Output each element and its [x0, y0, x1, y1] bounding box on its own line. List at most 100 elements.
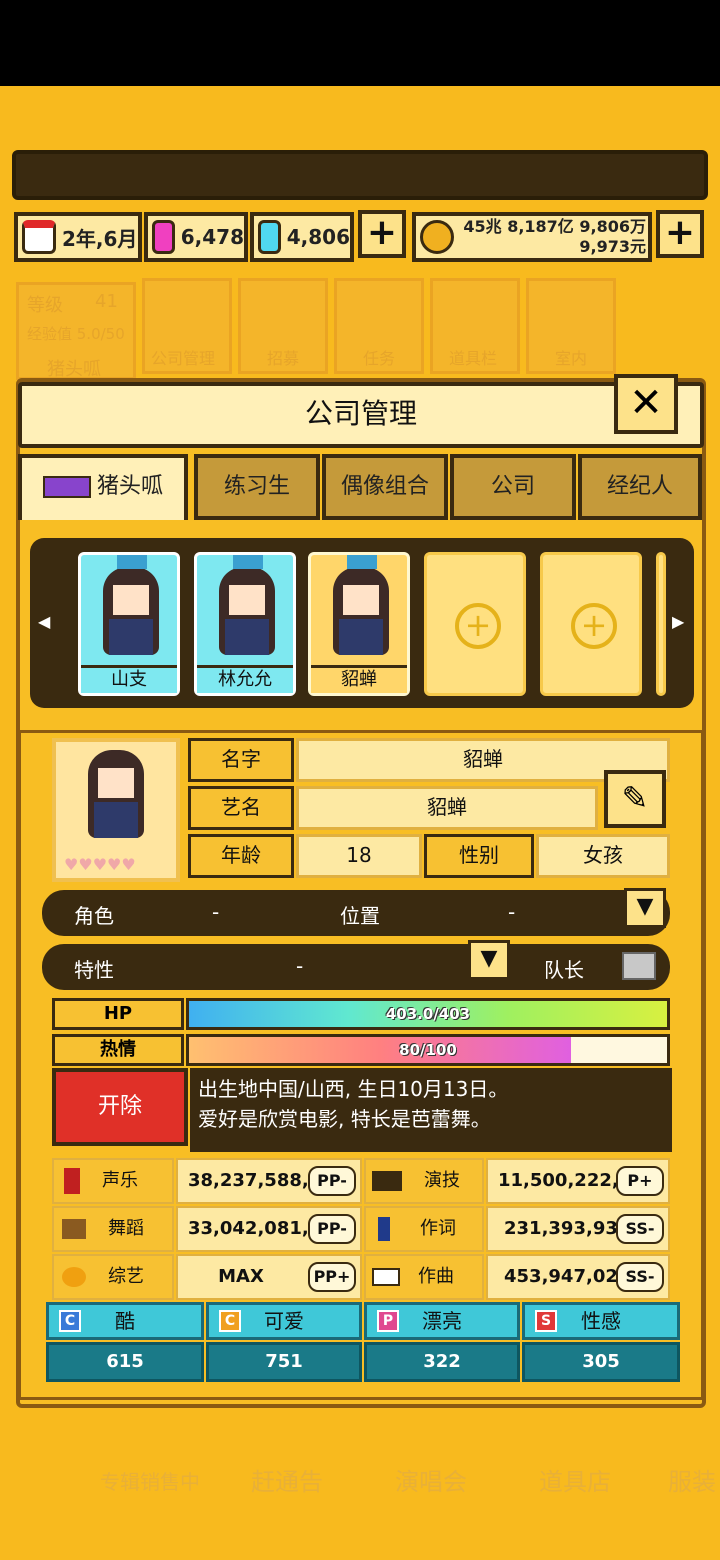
close-button[interactable]: ✕: [614, 374, 678, 434]
gender-value: 女孩: [536, 834, 670, 878]
trait-value: -: [296, 954, 304, 978]
dialog-title: 公司管理: [18, 382, 704, 448]
type-name: 性感: [581, 1309, 621, 1333]
chevron-down-icon: ▼: [480, 946, 498, 971]
blue-gem-display: 4,806: [250, 212, 354, 262]
type-cute-value: 751: [206, 1342, 362, 1382]
idol-avatar: [95, 555, 165, 659]
calendar-icon: [22, 220, 56, 254]
hp-text: 403.0/403: [385, 1005, 471, 1023]
menu-items-label: 道具栏: [449, 349, 498, 368]
empty-slot[interactable]: +: [424, 552, 526, 696]
money-line2: 9,973元: [579, 237, 646, 256]
menu-company-label: 公司管理: [151, 349, 216, 368]
blue-gem-count: 4,806: [286, 225, 350, 249]
age-label: 年龄: [188, 834, 294, 878]
smile-icon: [62, 1267, 86, 1287]
menu-tasks-label: 任务: [363, 349, 396, 368]
idol-name: 林允允: [197, 665, 293, 693]
tab-company-self[interactable]: 猪头呱: [18, 454, 188, 520]
nav-album-sales: 专辑销售中: [100, 1470, 200, 1494]
idol-card[interactable]: 山支: [78, 552, 180, 696]
stat-name: 综艺: [108, 1266, 144, 1287]
stat-rank: PP-: [308, 1214, 356, 1244]
type-name: 漂亮: [422, 1309, 462, 1333]
stat-variety-value: MAX PP+: [176, 1254, 362, 1300]
idol-card[interactable]: 林允允: [194, 552, 296, 696]
trait-dropdown-button[interactable]: ▼: [468, 940, 510, 980]
stat-rank: SS-: [616, 1214, 664, 1244]
type-name: 可爱: [264, 1309, 304, 1333]
stat-lyrics: 作词: [364, 1206, 484, 1252]
tab-trainees[interactable]: 练习生: [194, 454, 320, 520]
tab-idol-groups[interactable]: 偶像组合: [322, 454, 448, 520]
edit-name-button[interactable]: ✎: [604, 770, 666, 828]
idol-name: 貂蝉: [311, 665, 407, 693]
stat-name: 演技: [424, 1170, 460, 1191]
type-cool: C酷: [46, 1302, 204, 1340]
stat-vocal: 声乐: [52, 1158, 174, 1204]
level-label: 等级: [27, 295, 63, 316]
empty-slot-partial[interactable]: [656, 552, 666, 696]
name-label: 名字: [188, 738, 294, 782]
nav-item-shop: 道具店: [539, 1468, 611, 1496]
date-text: 2年,6月: [62, 226, 138, 251]
type-pretty-value: 322: [364, 1342, 520, 1382]
stat-dance-value: 33,042,081,482 PP-: [176, 1206, 362, 1252]
type-name: 酷: [115, 1309, 135, 1333]
group-icon: [42, 476, 91, 498]
hearts-icon: ♥♥♥♥♥: [64, 855, 136, 874]
passion-text: 80/100: [399, 1041, 457, 1059]
piano-icon: [372, 1268, 400, 1286]
position-label: 位置: [340, 904, 380, 928]
stat-value: 231,393,932: [504, 1218, 631, 1239]
tab-company[interactable]: 公司: [450, 454, 576, 520]
stat-name: 声乐: [102, 1170, 138, 1191]
type-cool-value: 615: [46, 1342, 204, 1382]
portrait-avatar: [80, 750, 150, 842]
microphone-icon: [64, 1168, 80, 1194]
trait-row: 特性 - 队长: [42, 944, 670, 990]
stat-acting-value: 11,500,222,851 P+: [486, 1158, 670, 1204]
position-dropdown-button[interactable]: ▼: [624, 888, 666, 928]
menu-tasks: 任务: [334, 278, 424, 374]
fire-button[interactable]: 开除: [52, 1068, 188, 1146]
position-value: -: [508, 900, 516, 924]
blue-gem-icon: [258, 220, 281, 254]
money-line1: 45兆 8,187亿 9,806万: [463, 217, 646, 236]
stat-rank: P+: [616, 1166, 664, 1196]
add-money-button[interactable]: +: [656, 210, 704, 258]
add-gems-button[interactable]: +: [358, 210, 406, 258]
level-value: 41: [95, 291, 118, 312]
stat-lyrics-value: 231,393,932 SS-: [486, 1206, 670, 1252]
role-label: 角色: [74, 904, 114, 928]
idol-card-selected[interactable]: 貂蝉: [308, 552, 410, 696]
shoe-icon: [62, 1219, 86, 1239]
tab-label: 猪头呱: [96, 474, 163, 499]
scroll-left-icon[interactable]: ◀: [38, 612, 50, 631]
role-value: -: [212, 900, 220, 924]
stat-rank: SS-: [616, 1262, 664, 1292]
leader-checkbox[interactable]: [622, 952, 656, 980]
status-bar: [0, 0, 720, 86]
hp-bar: 403.0/403: [186, 998, 670, 1030]
stat-value: 453,947,025: [504, 1266, 631, 1287]
idol-avatar: [325, 555, 395, 659]
scroll-right-icon[interactable]: ▶: [672, 612, 684, 631]
coin-icon: [420, 220, 454, 254]
stat-value: MAX: [218, 1266, 264, 1287]
stat-vocal-value: 38,237,588,330 PP-: [176, 1158, 362, 1204]
add-circle-icon: +: [571, 603, 617, 649]
money-display: 45兆 8,187亿 9,806万 9,973元: [412, 212, 652, 262]
camera-icon: [372, 1171, 402, 1191]
gender-label: 性别: [424, 834, 534, 878]
idol-bio: 出生地中国/山西, 生日10月13日。 爱好是欣赏电影, 特长是芭蕾舞。: [190, 1068, 672, 1152]
stat-name: 作曲: [418, 1266, 454, 1287]
empty-slot[interactable]: +: [540, 552, 642, 696]
idol-avatar: [211, 555, 281, 659]
stat-rank: PP-: [308, 1166, 356, 1196]
nav-costume: 服装: [668, 1468, 716, 1496]
close-icon: ✕: [629, 380, 663, 426]
tab-managers[interactable]: 经纪人: [578, 454, 702, 520]
pink-gem-display: 6,478: [144, 212, 248, 262]
